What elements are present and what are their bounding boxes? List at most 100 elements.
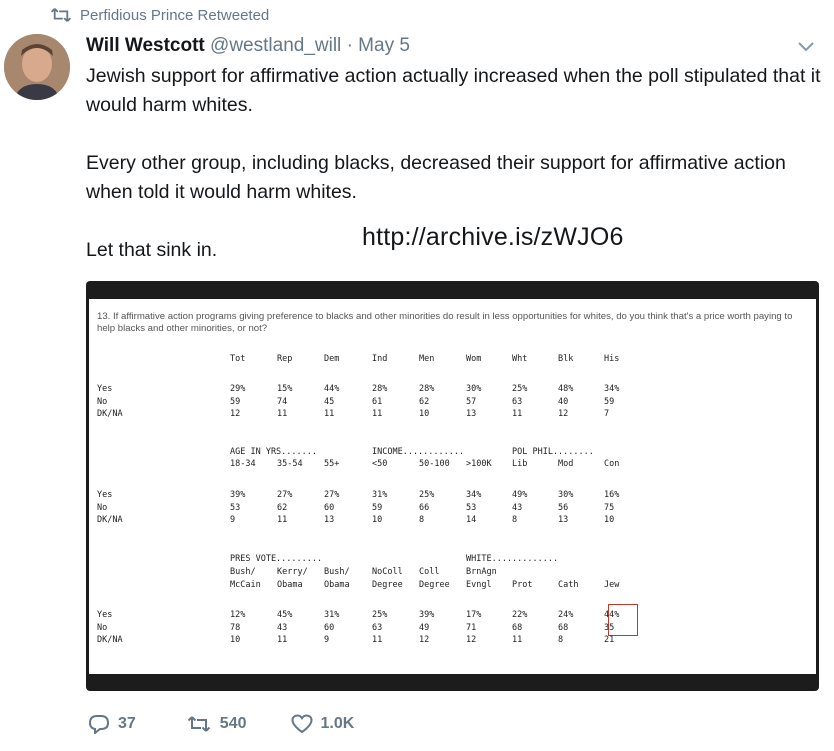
row-label: Yes: [97, 490, 113, 500]
column-header: Prot: [512, 580, 533, 590]
table-cell: 7: [604, 409, 610, 419]
table-cell: 44%: [604, 610, 620, 620]
table-cell: 53: [230, 502, 241, 513]
table-cell: 48%: [558, 384, 574, 394]
column-header: Cath: [558, 580, 579, 590]
column-header: 18-34: [230, 459, 256, 469]
column-header: Mod: [558, 459, 574, 469]
like-button[interactable]: 1.0K: [290, 714, 355, 734]
column-header: His: [604, 354, 620, 364]
table-cell: 57: [466, 396, 477, 407]
table-cell: 39%: [419, 610, 435, 620]
column-header: <50: [372, 459, 388, 469]
table-cell: 13: [324, 515, 335, 525]
avatar-photo: [4, 34, 70, 100]
tweet-date[interactable]: May 5: [358, 35, 410, 56]
retweet-context[interactable]: Perfidious Prince Retweeted: [50, 6, 269, 24]
row-label: Yes: [97, 610, 113, 620]
table-cell: 29%: [230, 384, 246, 394]
table-cell: 30%: [558, 490, 574, 500]
table-cell: 15%: [277, 384, 293, 394]
column-header: Degree: [372, 580, 403, 590]
group-header: INCOME............: [372, 447, 465, 457]
like-count: 1.0K: [320, 715, 355, 732]
table-cell: 53: [466, 502, 477, 513]
tweet-actions: 37 540 1.0K: [88, 714, 354, 734]
avatar[interactable]: [4, 34, 70, 100]
column-header: Jew: [604, 580, 620, 590]
table-cell: 56: [558, 502, 569, 513]
column-header: Kerry/: [277, 567, 308, 577]
table-cell: 11: [372, 635, 383, 645]
like-icon: [290, 714, 313, 734]
table-cell: 61: [372, 396, 383, 407]
table-cell: 44%: [324, 384, 340, 394]
retweeted-by-text: Perfidious Prince Retweeted: [80, 6, 270, 24]
table-cell: 49: [419, 622, 430, 633]
table-cell: 10: [230, 635, 241, 645]
column-header: Bush/: [324, 567, 350, 577]
column-header: Lib: [512, 459, 528, 469]
table-cell: 68: [512, 622, 523, 633]
column-header: Obama: [324, 580, 350, 590]
handle[interactable]: @westland_will: [210, 35, 341, 56]
table-cell: 12%: [230, 610, 246, 620]
column-header: Tot: [230, 354, 246, 364]
table-cell: 16%: [604, 490, 620, 500]
column-header: McCain: [230, 580, 261, 590]
table-cell: 63: [372, 622, 383, 633]
table-cell: 74: [277, 396, 288, 407]
tweet-media[interactable]: 13. If affirmative action programs givin…: [86, 281, 819, 691]
table-cell: 10: [604, 515, 615, 525]
reply-icon: [88, 715, 110, 734]
column-header: Blk: [558, 354, 574, 364]
table-cell: 25%: [512, 384, 528, 394]
group-header: AGE IN YRS.......: [230, 447, 317, 457]
table-cell: 9: [230, 515, 236, 525]
column-header: Dem: [324, 354, 340, 364]
reply-button[interactable]: 37: [88, 714, 136, 734]
table-cell: 28%: [419, 384, 435, 394]
row-label: DK/NA: [97, 409, 123, 419]
table-cell: 40: [558, 396, 569, 407]
poll-question: 13. If affirmative action programs givin…: [97, 311, 793, 334]
table-cell: 17%: [466, 610, 482, 620]
table-cell: 78: [230, 622, 241, 633]
table-cell: 34%: [466, 490, 482, 500]
column-header: Obama: [277, 580, 303, 590]
group-header: PRES VOTE.........: [230, 554, 323, 564]
table-cell: 11: [277, 635, 288, 645]
table-cell: 60: [324, 622, 335, 633]
table-cell: 11: [277, 409, 288, 419]
poll-table-image: 13. If affirmative action programs givin…: [89, 299, 816, 674]
table-cell: 8: [558, 635, 564, 645]
table-cell: 8: [419, 515, 425, 525]
table-cell: 45%: [277, 610, 293, 620]
column-header: Rep: [277, 354, 293, 364]
table-cell: 22%: [512, 610, 528, 620]
table-cell: 11: [277, 515, 288, 525]
table-cell: 62: [419, 396, 430, 407]
retweet-count: 540: [219, 715, 247, 732]
table-cell: 45: [324, 396, 335, 407]
table-cell: 66: [419, 502, 430, 513]
table-cell: 62: [277, 502, 288, 513]
row-label: DK/NA: [97, 635, 123, 645]
table-cell: 13: [466, 409, 477, 419]
table-cell: 21: [604, 635, 615, 645]
table-cell: 60: [324, 502, 335, 513]
table-cell: 24%: [558, 610, 574, 620]
column-header: NoColl: [372, 567, 403, 577]
chevron-down-icon[interactable]: [796, 40, 816, 54]
table-cell: 11: [324, 409, 335, 419]
display-name[interactable]: Will Westcott: [86, 35, 205, 56]
group-header: WHITE.............: [466, 554, 559, 564]
table-cell: 27%: [324, 490, 340, 500]
table-cell: 13: [558, 515, 569, 525]
table-cell: 59: [372, 502, 383, 513]
table-cell: 75: [604, 502, 615, 513]
row-label: Yes: [97, 384, 113, 394]
retweet-button[interactable]: 540: [186, 714, 247, 734]
tweet-paragraph: Every other group, including blacks, dec…: [86, 152, 786, 203]
row-label: No: [97, 502, 108, 513]
